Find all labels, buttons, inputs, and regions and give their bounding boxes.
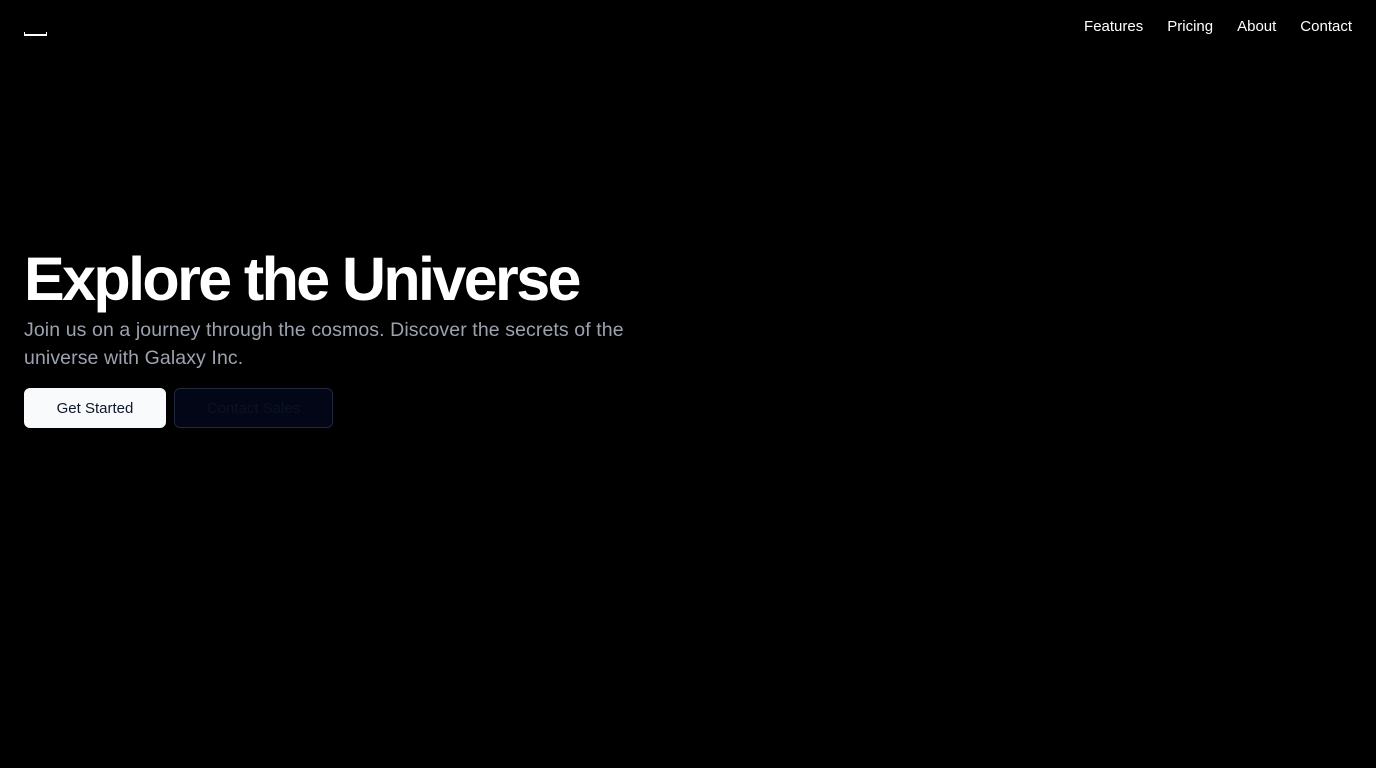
hero-section: Explore the Universe Join us on a journe… bbox=[24, 244, 664, 428]
hero-subtitle: Join us on a journey through the cosmos.… bbox=[24, 319, 624, 369]
main-nav: Features Pricing About Contact bbox=[1084, 17, 1352, 37]
nav-link-about[interactable]: About bbox=[1237, 17, 1276, 37]
hero-actions: Get Started Contact Sales bbox=[24, 388, 664, 428]
landing-page: Features Pricing About Contact Explore t… bbox=[0, 0, 1376, 768]
hero-title: Explore the Universe bbox=[24, 245, 581, 313]
site-header: Features Pricing About Contact bbox=[0, 0, 1376, 56]
get-started-button[interactable]: Get Started bbox=[24, 388, 166, 428]
nav-link-contact[interactable]: Contact bbox=[1300, 17, 1352, 37]
bracket-logo-icon bbox=[24, 32, 47, 36]
logo-link[interactable] bbox=[24, 24, 48, 36]
nav-link-features[interactable]: Features bbox=[1084, 17, 1143, 37]
contact-sales-button[interactable]: Contact Sales bbox=[174, 388, 333, 428]
nav-link-pricing[interactable]: Pricing bbox=[1167, 17, 1213, 37]
